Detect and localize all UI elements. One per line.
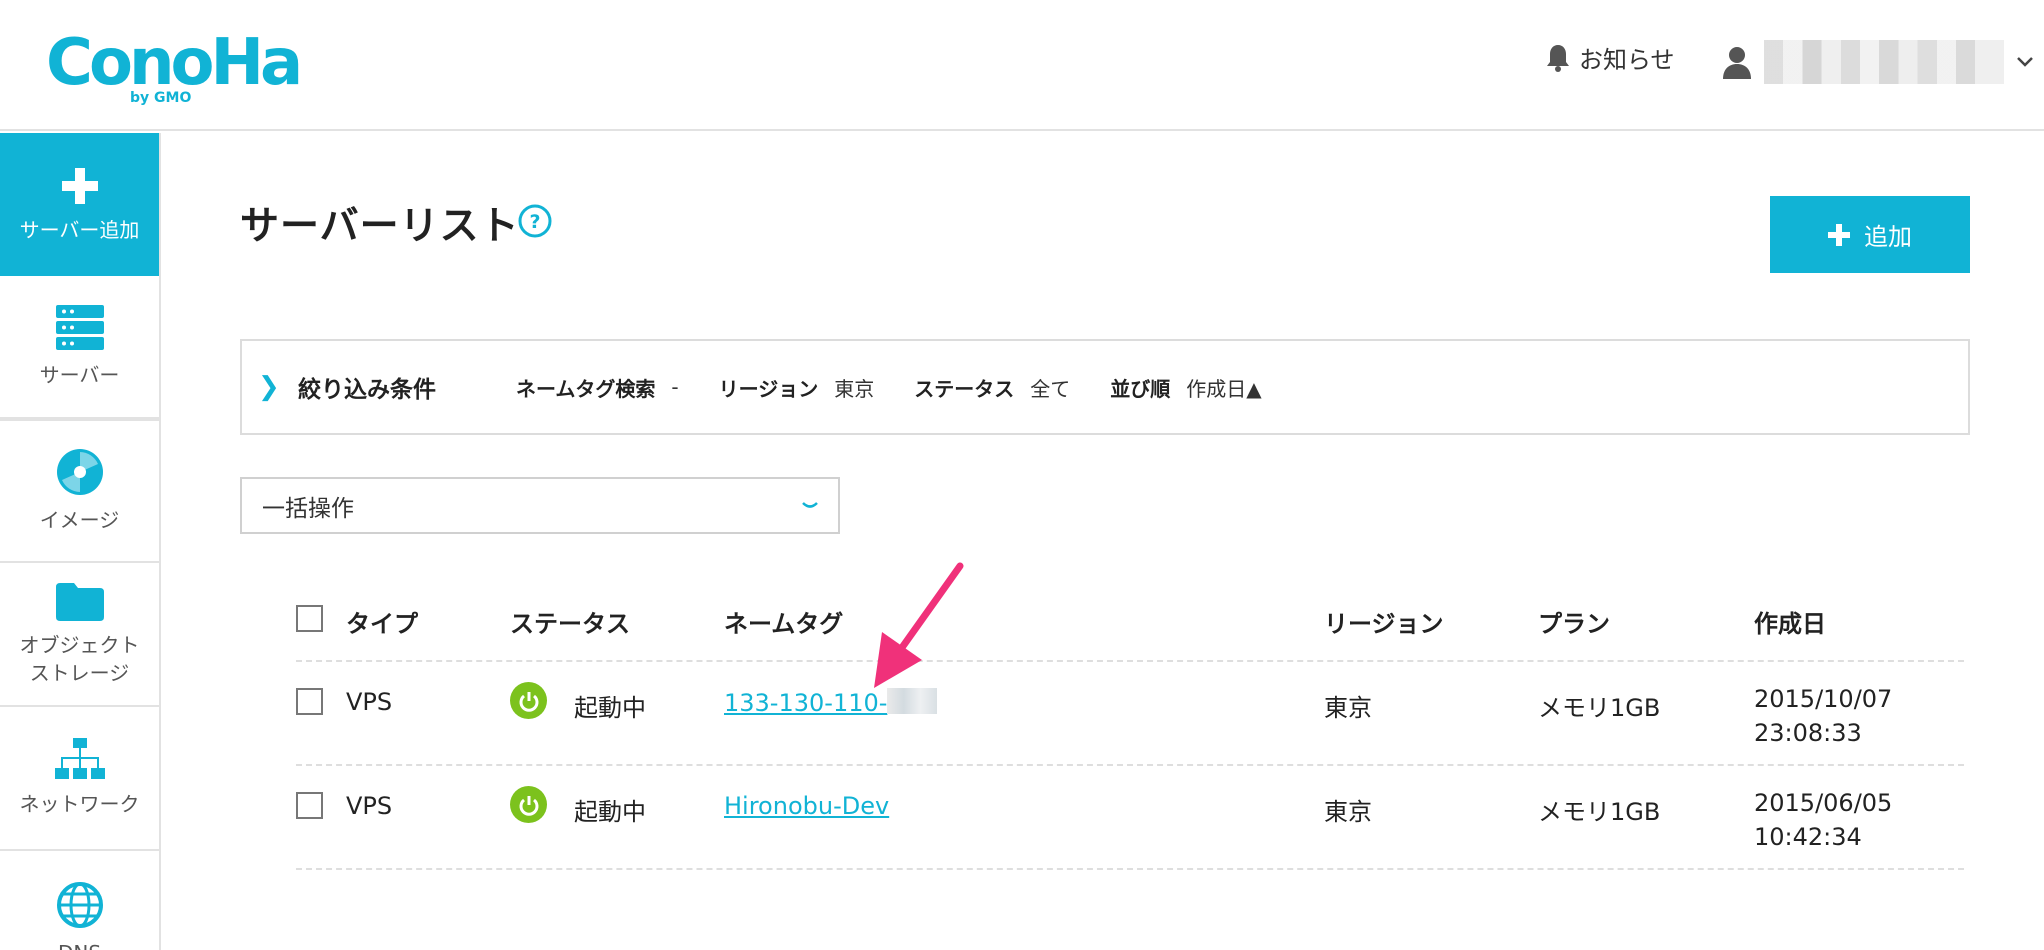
column-header-region[interactable]: リージョン [1324,604,1444,639]
chevron-down-icon [802,501,818,508]
sidebar-item-network[interactable]: ネットワーク [0,707,159,851]
row-created-time: 23:08:33 [1754,719,1862,747]
chevron-right-icon[interactable]: ❯ [258,372,280,402]
top-header: ConoHa by GMO お知らせ [0,0,2044,131]
filter-nametag-value: - [671,375,679,399]
network-icon [54,738,105,779]
row-nametag-text: 133-130-110- [724,689,888,717]
sidebar-item-image[interactable]: イメージ [0,419,159,563]
row-status: 起動中 [574,694,646,722]
column-header-nametag[interactable]: ネームタグ [724,604,843,639]
conoha-logo[interactable]: ConoHa by GMO [46,22,306,106]
help-icon[interactable]: ? [518,204,552,238]
column-header-type[interactable]: タイプ [346,604,418,639]
notice-link[interactable]: お知らせ [1545,40,1675,75]
row-region: 東京 [1324,798,1372,826]
column-header-status[interactable]: ステータス [510,604,630,639]
filter-nametag-label: ネームタグ検索 [516,376,656,401]
filter-status-label: ステータス [914,376,1015,401]
column-header-created[interactable]: 作成日 [1754,604,1826,639]
add-button-label: 追加 [1864,223,1912,251]
row-status: 起動中 [574,798,646,826]
globe-icon [56,882,103,928]
filter-sort-value: 作成日▲ [1186,376,1262,401]
row-created: 2015/10/07 23:08:33 [1754,682,1892,750]
filter-status-value: 全て [1030,376,1071,401]
user-name-redacted [1764,40,2004,84]
sidebar-item-add-server[interactable]: サーバー追加 [0,133,159,276]
folder-icon [55,583,104,621]
table-row: VPS 起動中 133-130-110- 東京 メモリ1GB 2015/10/0… [296,662,1964,766]
table-header-row: タイプ ステータス ネームタグ リージョン プラン 作成日 [296,590,1964,662]
svg-text:by GMO: by GMO [130,90,191,106]
annotation-arrow-icon [874,562,964,688]
sidebar-item-object-storage[interactable]: オブジェクト ストレージ [0,563,159,707]
notice-label: お知らせ [1579,46,1675,74]
sidebar-item-label: ネットワーク [19,792,140,816]
user-icon [1723,47,1751,79]
row-created-date: 2015/06/05 [1754,789,1893,817]
sidebar-item-label: サーバー [39,362,120,387]
power-on-icon [510,786,547,823]
chevron-down-icon [2017,57,2033,67]
sidebar-item-label: イメージ [39,508,120,532]
disc-icon [56,449,103,495]
filter-title[interactable]: 絞り込み条件 [298,370,436,404]
row-checkbox[interactable] [296,688,323,715]
plus-icon [1828,223,1850,246]
svg-text:?: ? [529,211,540,233]
bulk-action-value: 一括操作 [262,495,354,522]
server-icon [55,304,104,350]
redacted-text [887,688,938,714]
select-all-checkbox[interactable] [296,605,323,632]
user-menu[interactable] [1722,40,2034,84]
row-type: VPS [346,792,393,820]
sidebar-item-server[interactable]: サーバー [0,276,159,419]
sidebar-item-label: サーバー追加 [19,217,140,242]
filter-sort-label: 並び順 [1110,376,1171,401]
row-plan: メモリ1GB [1538,694,1661,722]
plus-icon [61,167,98,204]
row-created-time: 10:42:34 [1754,823,1862,851]
server-table: タイプ ステータス ネームタグ リージョン プラン 作成日 VPS 起動中 13… [296,590,1964,870]
sidebar-item-dns[interactable]: DNS [0,851,159,950]
row-type: VPS [346,688,393,716]
row-nametag-link[interactable]: Hironobu-Dev [724,792,889,820]
page-title: サーバーリスト [240,204,520,249]
row-created-date: 2015/10/07 [1754,685,1893,713]
sidebar-item-label: DNS [58,939,101,950]
row-plan: メモリ1GB [1538,798,1661,826]
filter-panel: ❯ 絞り込み条件 ネームタグ検索 - リージョン 東京 ステータス 全て 並び順… [240,339,1970,435]
sidebar: サーバー追加 サーバー イメージ オブジェクト ストレージ ネットワーク [0,133,161,950]
column-header-plan[interactable]: プラン [1538,604,1610,639]
filter-region-value: 東京 [834,376,875,401]
table-row: VPS 起動中 Hironobu-Dev 東京 メモリ1GB 2015/06/0… [296,766,1964,870]
power-on-icon [510,682,547,719]
bulk-action-select[interactable]: 一括操作 [240,477,840,534]
filter-region-label: リージョン [718,376,819,401]
row-nametag-link[interactable]: 133-130-110- [724,688,938,717]
svg-text:ConoHa: ConoHa [46,26,299,100]
bell-icon [1547,44,1569,72]
add-server-button[interactable]: 追加 [1770,196,1970,273]
row-region: 東京 [1324,694,1372,722]
sidebar-item-label: オブジェクト ストレージ [19,633,140,685]
row-checkbox[interactable] [296,792,323,819]
row-created: 2015/06/05 10:42:34 [1754,786,1892,854]
